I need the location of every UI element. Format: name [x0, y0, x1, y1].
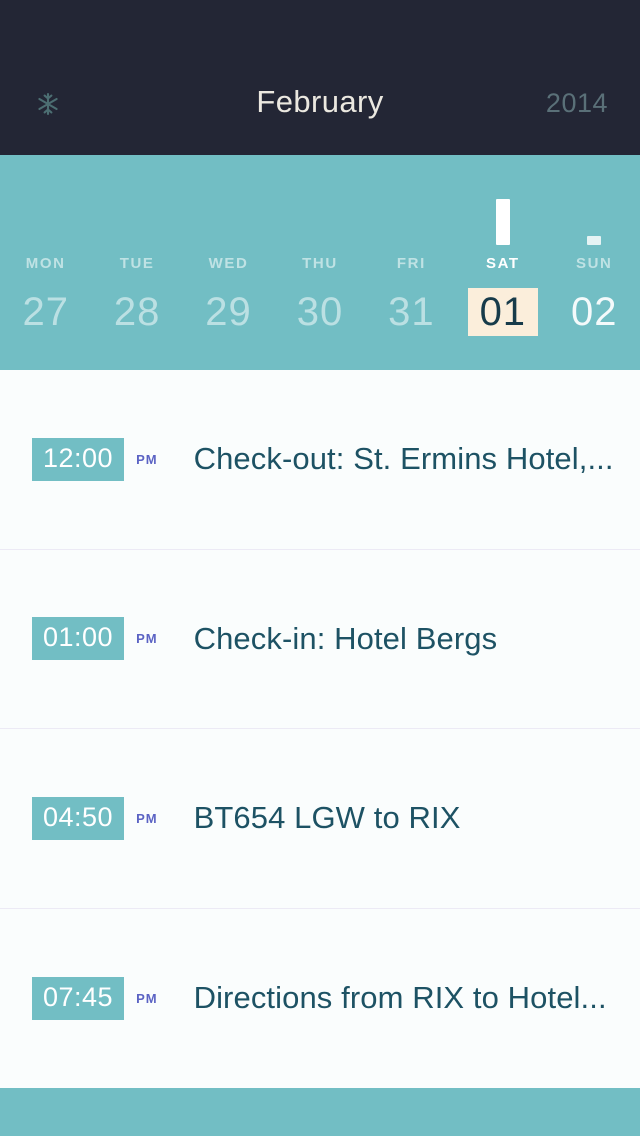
- year-label: 2014: [545, 88, 608, 118]
- day-number-label: 30: [296, 290, 344, 334]
- event-meridiem-label: PM: [136, 631, 158, 647]
- day-name-label: FRI: [396, 255, 426, 272]
- day-cell-wed[interactable]: WED 29: [183, 155, 274, 370]
- day-number-label: 27: [22, 290, 69, 334]
- event-meridiem-label: PM: [136, 990, 158, 1006]
- app-header: February 2014: [0, 0, 640, 155]
- day-cell-sat[interactable]: SAT 01: [457, 155, 548, 370]
- event-row[interactable]: 04:50 PM BT654 LGW to RIX: [0, 729, 640, 909]
- day-name-label: THU: [302, 255, 338, 272]
- day-name-label: WED: [208, 255, 249, 272]
- day-name-label: SAT: [485, 255, 520, 272]
- day-number-label: 29: [205, 290, 252, 334]
- bottom-toolbar[interactable]: [0, 1088, 640, 1136]
- day-name-label: TUE: [119, 255, 155, 272]
- day-cell-thu[interactable]: THU 30: [274, 155, 365, 370]
- event-title: Check-out: St. Ermins Hotel,...: [193, 441, 614, 477]
- event-time-chip: 07:45: [32, 976, 125, 1020]
- day-number-chip[interactable]: 02: [561, 288, 627, 336]
- day-number-chip[interactable]: 27: [13, 288, 79, 336]
- event-row[interactable]: 01:00 PM Check-in: Hotel Bergs: [0, 550, 640, 729]
- event-list: 12:00 PM Check-out: St. Ermins Hotel,... 01…: [0, 370, 640, 1088]
- day-name-label: SUN: [575, 255, 613, 272]
- day-number-chip[interactable]: 29: [196, 288, 262, 336]
- day-name-label: MON: [25, 255, 66, 272]
- event-time-chip: 12:00: [32, 437, 125, 481]
- event-title: BT654 LGW to RIX: [193, 800, 461, 836]
- page-title: February: [256, 84, 384, 119]
- day-number-chip[interactable]: 01: [467, 288, 538, 336]
- day-event-marker: [587, 236, 602, 245]
- day-number-chip[interactable]: 30: [287, 288, 353, 336]
- event-time-chip: 01:00: [32, 617, 125, 661]
- day-number-label: 01: [479, 290, 527, 334]
- event-meridiem-label: PM: [136, 810, 158, 826]
- event-row[interactable]: 12:00 PM Check-out: St. Ermins Hotel,...: [0, 370, 640, 550]
- event-time-chip: 04:50: [32, 796, 125, 840]
- event-title: Directions from RIX to Hotel...: [193, 980, 607, 1016]
- day-cell-sun[interactable]: SUN 02: [549, 155, 640, 370]
- day-cell-mon[interactable]: MON 27: [0, 155, 91, 370]
- day-number-label: 28: [113, 290, 161, 334]
- day-number-label: 31: [388, 290, 435, 334]
- day-number-chip[interactable]: 31: [378, 288, 444, 336]
- event-meridiem-label: PM: [136, 451, 158, 467]
- day-event-marker: [495, 199, 510, 245]
- event-row[interactable]: 07:45 PM Directions from RIX to Hotel...: [0, 909, 640, 1089]
- day-list: MON 27 TUE 28 WED 29 THU 30 FRI 31 SAT 01 SUN 02: [0, 155, 640, 370]
- day-number-chip[interactable]: 28: [104, 288, 170, 336]
- day-cell-tue[interactable]: TUE 28: [91, 155, 182, 370]
- calendar-day-screen: February 2014 MON 27 TUE 28 WED 29 THU 30 FRI 31 S…: [0, 0, 640, 1136]
- event-title: Check-in: Hotel Bergs: [193, 620, 498, 656]
- week-strip: MON 27 TUE 28 WED 29 THU 30 FRI 31 SAT 01 SUN 02: [0, 155, 640, 370]
- day-number-label: 02: [570, 290, 618, 334]
- day-cell-fri[interactable]: FRI 31: [366, 155, 457, 370]
